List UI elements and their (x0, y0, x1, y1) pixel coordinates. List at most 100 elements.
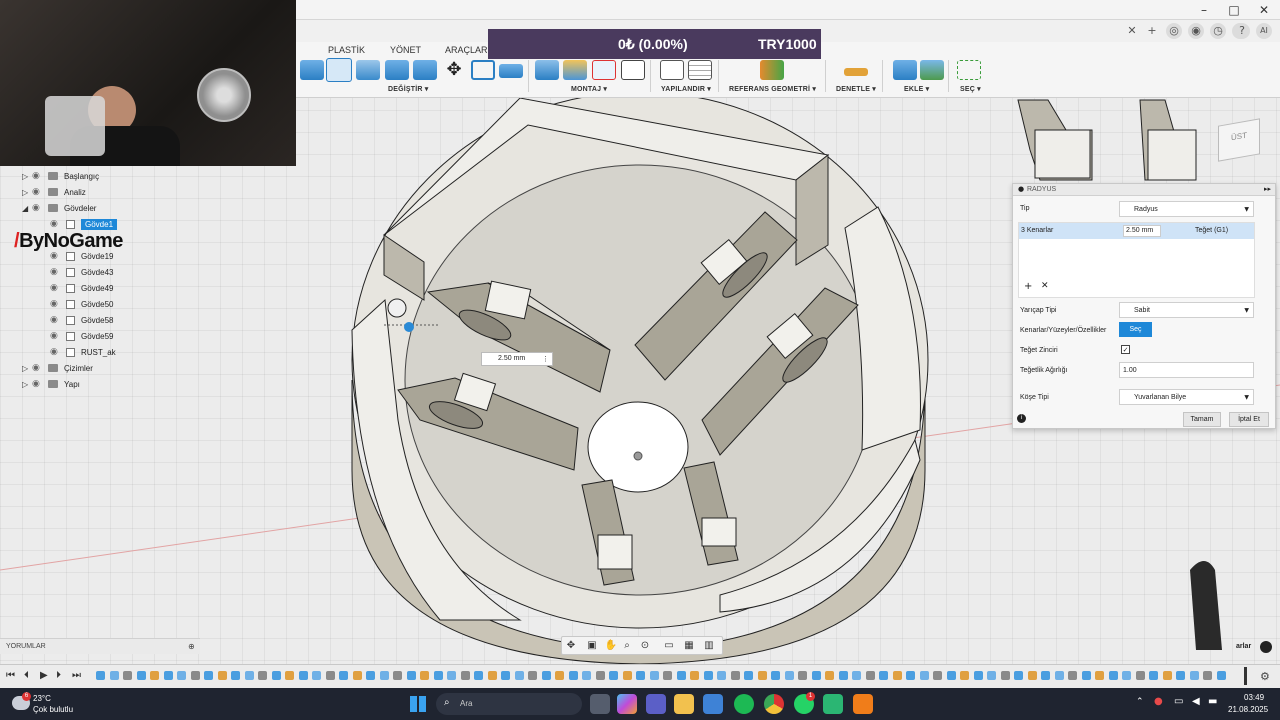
timeline-feature-icon[interactable] (366, 671, 375, 680)
chrome-icon[interactable] (764, 694, 784, 714)
browser-item-bodies[interactable]: ◢ ◉ Gövdeler (22, 200, 96, 216)
timeline-feature-icon[interactable] (123, 671, 132, 680)
offset-plane-icon[interactable] (760, 60, 784, 80)
timeline-feature-icon[interactable] (1014, 671, 1023, 680)
timeline-feature-icon[interactable] (744, 671, 753, 680)
app-green-icon[interactable] (823, 694, 843, 714)
timeline-feature-icon[interactable] (1176, 671, 1185, 680)
timeline-feature-icon[interactable] (1027, 671, 1037, 680)
group-construct[interactable]: REFERANS GEOMETRİ ▾ (729, 85, 816, 93)
browser-item-body58[interactable]: ◉ Gövde58 (50, 312, 113, 328)
add-edge-icon[interactable]: + (1024, 281, 1032, 292)
corner-type-dropdown[interactable]: Yuvarlanan Bilye ▼ (1119, 389, 1254, 405)
radius-type-dropdown[interactable]: Sabit ▼ (1119, 302, 1254, 318)
group-configure[interactable]: YAPILANDIR ▾ (661, 85, 711, 93)
timeline-feature-icon[interactable] (690, 671, 699, 680)
timeline-feature-icon[interactable] (811, 671, 821, 680)
timeline-feature-icon[interactable] (1095, 671, 1104, 680)
timeline-feature-icon[interactable] (1054, 671, 1064, 680)
microphone-icon[interactable]: ● (1154, 696, 1163, 707)
windows-start-icon[interactable] (410, 696, 426, 712)
timeline-feature-icon[interactable] (919, 671, 929, 680)
timeline-prev-icon[interactable]: ⏴ (24, 670, 29, 681)
timeline-feature-icon[interactable] (649, 671, 659, 680)
timeline-feature-icon[interactable] (1149, 671, 1158, 680)
as-built-joint-icon[interactable] (563, 60, 587, 80)
edge-radius-input[interactable]: 2.50 mm (1123, 225, 1161, 237)
press-pull-icon[interactable] (300, 60, 324, 80)
edge-set-row[interactable]: 3 Kenarlar 2.50 mm Teğet (G1) (1019, 223, 1254, 239)
timeline-feature-icon[interactable] (312, 671, 321, 680)
browser-item-start[interactable]: ▷ ◉ Başlangıç (22, 168, 99, 184)
timeline-feature-icon[interactable] (1041, 671, 1050, 680)
align-icon[interactable] (499, 64, 523, 78)
timeline-feature-icon[interactable] (892, 671, 902, 680)
type-dropdown[interactable]: Radyus ▼ (1119, 201, 1254, 217)
timeline-feature-icon[interactable] (217, 671, 227, 680)
canvas-corner-icon[interactable] (1260, 641, 1272, 653)
draft-icon[interactable] (413, 60, 437, 80)
fit-icon[interactable]: ⊙ (638, 639, 652, 653)
timeline-feature-icon[interactable] (1203, 671, 1212, 680)
timeline-feature-icon[interactable] (730, 671, 740, 680)
browser-item-analysis[interactable]: ▷ ◉ Analiz (22, 184, 86, 200)
group-assemble[interactable]: MONTAJ ▾ (571, 85, 607, 93)
timeline-feature-icon[interactable] (960, 671, 969, 680)
info-icon[interactable]: i (1017, 414, 1026, 423)
timeline-feature-icon[interactable] (406, 671, 416, 680)
timeline-feature-icon[interactable] (1162, 671, 1172, 680)
group-inspect[interactable]: DENETLE ▾ (836, 85, 876, 93)
select-window-icon[interactable] (957, 60, 981, 80)
move-icon[interactable]: ✥ (442, 60, 466, 80)
insert-image-icon[interactable] (920, 60, 944, 80)
timeline-feature-icon[interactable] (622, 671, 632, 680)
parameters-icon[interactable] (660, 60, 684, 80)
tangent-weight-input[interactable]: 1.00 (1119, 362, 1254, 378)
timeline-feature-icon[interactable] (379, 671, 389, 680)
timeline-feature-icon[interactable] (285, 671, 294, 680)
timeline-feature-icon[interactable] (933, 671, 942, 680)
timeline-feature-icon[interactable] (136, 671, 146, 680)
timeline-feature-icon[interactable] (838, 671, 848, 680)
browser-item-sketches[interactable]: ▷ ◉ Çizimler (22, 360, 93, 376)
shell-icon[interactable] (385, 60, 409, 80)
timeline-feature-icon[interactable] (1122, 671, 1131, 680)
tangent-chain-checkbox[interactable]: ✓ (1121, 345, 1130, 354)
timeline-feature-icon[interactable] (528, 671, 537, 680)
taskbar-search[interactable]: ⌕ Ara (436, 693, 582, 715)
help-icon-visible[interactable]: ? (1234, 23, 1250, 39)
remove-edge-icon[interactable]: ✕ (1041, 281, 1049, 291)
viewports-icon[interactable]: ▥ (702, 639, 716, 653)
timeline-feature-icon[interactable] (420, 671, 429, 680)
browser-item-body50[interactable]: ◉ Gövde50 (50, 296, 113, 312)
select-button[interactable]: Seç (1119, 322, 1152, 337)
fillet-icon[interactable] (326, 58, 352, 82)
edge-continuity[interactable]: Teğet (G1) (1195, 227, 1228, 234)
clock-time[interactable]: 03:49 (1244, 693, 1264, 702)
timeline-feature-icon[interactable] (906, 671, 915, 680)
table-icon[interactable] (688, 60, 712, 80)
chamfer-icon[interactable] (356, 60, 380, 80)
zoom-icon[interactable]: ⌕ (620, 639, 634, 653)
timeline-feature-icon[interactable] (433, 671, 443, 680)
timeline-feature-icon[interactable] (771, 671, 780, 680)
timeline-feature-icon[interactable] (190, 671, 200, 680)
pan-icon[interactable]: ✋ (604, 639, 618, 653)
timeline-feature-icon[interactable] (987, 671, 996, 680)
radius-dimension-input[interactable]: 2.50 mm ⋮ (481, 352, 553, 366)
job-status-icon[interactable]: ◉ (1188, 23, 1204, 39)
group-modify[interactable]: DEĞİŞTİR ▾ (388, 85, 429, 93)
tray-chevron-icon[interactable]: ⌃ (1136, 697, 1144, 707)
timeline-feature-icon[interactable] (258, 671, 267, 680)
maximize-icon[interactable]: □ (1226, 2, 1242, 18)
minimize-icon[interactable]: – (1196, 2, 1212, 18)
browser-item-body1[interactable]: ◉ Gövde1 (50, 216, 118, 232)
timeline-feature-icon[interactable] (1068, 671, 1077, 680)
new-tab-icon[interactable]: + (1144, 23, 1160, 39)
timeline-feature-icon[interactable] (973, 671, 983, 680)
browser-item-rust[interactable]: ◉ RUST_ak (50, 344, 116, 360)
timeline-feature-icon[interactable] (1108, 671, 1118, 680)
timeline-feature-icon[interactable] (150, 671, 159, 680)
timeline-feature-icon[interactable] (325, 671, 335, 680)
teams-icon[interactable] (646, 694, 666, 714)
